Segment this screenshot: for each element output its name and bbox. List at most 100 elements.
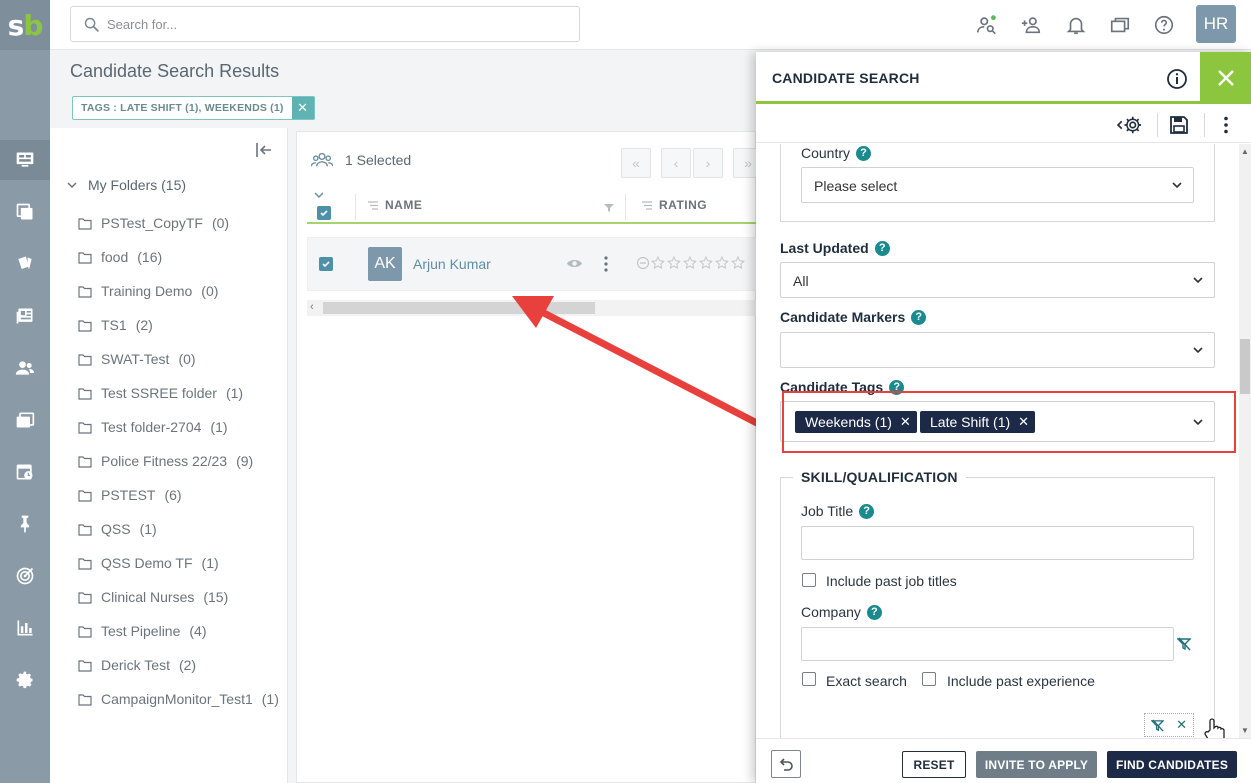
include-past-titles-checkbox[interactable] — [802, 573, 816, 587]
chevron-right-icon: › — [705, 155, 711, 171]
folder-icon — [78, 591, 92, 604]
eye-icon[interactable] — [566, 257, 583, 270]
column-rating[interactable]: RATING — [641, 198, 707, 212]
scroll-thumb[interactable] — [1240, 339, 1250, 394]
remove-filter-button[interactable]: ✕ — [291, 97, 314, 119]
help-icon[interactable]: ? — [911, 309, 927, 325]
grid-header: NAME RATING — [307, 188, 757, 224]
clear-filter-icon[interactable] — [1151, 718, 1165, 732]
help-icon[interactable]: ? — [866, 604, 882, 620]
filter-icon[interactable] — [603, 203, 615, 213]
nav-target[interactable] — [0, 556, 50, 596]
nav-dashboard[interactable] — [0, 140, 50, 180]
folder-count: (2) — [178, 657, 197, 673]
clear-filter-icon[interactable] — [1177, 637, 1191, 651]
people-search-icon — [977, 15, 996, 35]
nav-cards[interactable] — [0, 244, 50, 284]
folder-item[interactable]: CampaignMonitor_Test1 (1) — [78, 682, 279, 716]
folder-root[interactable]: My Folders (15) — [66, 177, 186, 193]
people-search-button[interactable] — [974, 12, 1000, 38]
search-icon — [84, 17, 99, 32]
folder-item[interactable]: SWAT-Test (0) — [78, 342, 279, 376]
help-icon[interactable]: ? — [874, 240, 890, 256]
drawer-header: CANDIDATE SEARCH — [756, 52, 1251, 104]
folder-item[interactable]: Test SSREE folder (1) — [78, 376, 279, 410]
find-candidates-button[interactable]: FIND CANDIDATES — [1107, 751, 1237, 778]
candidate-name-link[interactable]: Arjun Kumar — [413, 256, 491, 272]
drawer-title: CANDIDATE SEARCH — [772, 70, 920, 86]
folder-item[interactable]: QSS (1) — [78, 512, 279, 546]
notifications-button[interactable] — [1063, 12, 1089, 38]
candidate-markers-select[interactable] — [780, 332, 1215, 368]
nav-folders[interactable] — [0, 400, 50, 440]
select-all-checkbox[interactable] — [317, 206, 331, 220]
scroll-down-icon: ▼ — [1241, 726, 1249, 735]
folder-item[interactable]: Derick Test (2) — [78, 648, 279, 682]
folder-name: SWAT-Test — [101, 351, 170, 367]
first-page-button[interactable]: « — [621, 148, 651, 178]
nav-news[interactable] — [0, 296, 50, 336]
horizontal-scrollbar[interactable]: ‹ — [307, 300, 757, 316]
prev-page-button[interactable]: ‹ — [661, 148, 691, 178]
exact-search-checkbox[interactable] — [802, 672, 816, 686]
chevron-down-icon — [1193, 277, 1203, 284]
folder-item[interactable]: food (16) — [78, 240, 279, 274]
bell-icon — [1066, 17, 1086, 35]
invite-to-apply-button[interactable]: INVITE TO APPLY — [976, 751, 1097, 778]
nav-settings[interactable] — [0, 660, 50, 700]
windows-icon — [1110, 17, 1130, 33]
nav-calendar[interactable] — [0, 452, 50, 492]
next-page-button[interactable]: › — [693, 148, 723, 178]
rating-stars[interactable] — [636, 256, 758, 270]
search-settings-button[interactable] — [1116, 112, 1144, 138]
folder-item[interactable]: PSTest_CopyTF (0) — [78, 206, 279, 240]
app-logo[interactable]: sb — [0, 0, 50, 50]
scroll-thumb[interactable] — [323, 302, 595, 314]
folder-name: QSS Demo TF — [101, 555, 193, 571]
logo-text: sb — [7, 8, 44, 42]
folder-item[interactable]: QSS Demo TF (1) — [78, 546, 279, 580]
folder-item[interactable]: Clinical Nurses (15) — [78, 580, 279, 614]
info-icon[interactable] — [1166, 68, 1188, 90]
vertical-scrollbar[interactable]: ▲ ▼ — [1239, 144, 1251, 738]
close-drawer-button[interactable] — [1200, 52, 1251, 104]
collapse-panel-icon[interactable] — [254, 140, 274, 160]
help-icon[interactable]: ? — [856, 145, 872, 161]
user-avatar[interactable]: HR — [1196, 5, 1236, 43]
help-icon[interactable]: ? — [859, 503, 875, 519]
more-options-button[interactable] — [1212, 112, 1240, 138]
column-name[interactable]: NAME — [367, 198, 422, 212]
nav-chart[interactable] — [0, 608, 50, 648]
save-search-button[interactable] — [1165, 112, 1193, 138]
job-title-input[interactable] — [801, 526, 1194, 560]
nav-pin[interactable] — [0, 504, 50, 544]
help-button[interactable] — [1151, 12, 1177, 38]
add-person-button[interactable] — [1018, 12, 1044, 38]
folder-name: CampaignMonitor_Test1 — [101, 691, 253, 707]
folder-item[interactable]: TS1 (2) — [78, 308, 279, 342]
row-checkbox[interactable] — [319, 257, 333, 271]
nav-copy[interactable] — [0, 192, 50, 232]
reset-button[interactable]: RESET — [902, 751, 966, 778]
undo-button[interactable] — [771, 750, 801, 778]
table-row[interactable]: AK Arjun Kumar — [307, 237, 757, 291]
include-past-experience-checkbox[interactable] — [922, 672, 936, 686]
folder-item[interactable]: Training Demo (0) — [78, 274, 279, 308]
copy-icon — [16, 203, 33, 220]
more-vertical-icon[interactable] — [603, 256, 609, 272]
search-input[interactable] — [107, 7, 567, 41]
folder-item[interactable]: Test folder-2704 (1) — [78, 410, 279, 444]
company-label-text: Company — [801, 604, 861, 620]
nav-rail: sb — [0, 0, 50, 783]
folder-item[interactable]: Test Pipeline (4) — [78, 614, 279, 648]
company-input[interactable] — [801, 627, 1174, 661]
folder-icon — [78, 557, 92, 570]
nav-people[interactable] — [0, 348, 50, 388]
chevron-down-icon[interactable] — [313, 190, 325, 200]
windows-button[interactable] — [1107, 12, 1133, 38]
remove-row-icon[interactable]: ✕ — [1176, 717, 1187, 733]
country-select[interactable]: Please select — [801, 167, 1194, 203]
last-updated-select[interactable]: All — [780, 262, 1215, 298]
folder-item[interactable]: PSTEST (6) — [78, 478, 279, 512]
folder-item[interactable]: Police Fitness 22/23 (9) — [78, 444, 279, 478]
